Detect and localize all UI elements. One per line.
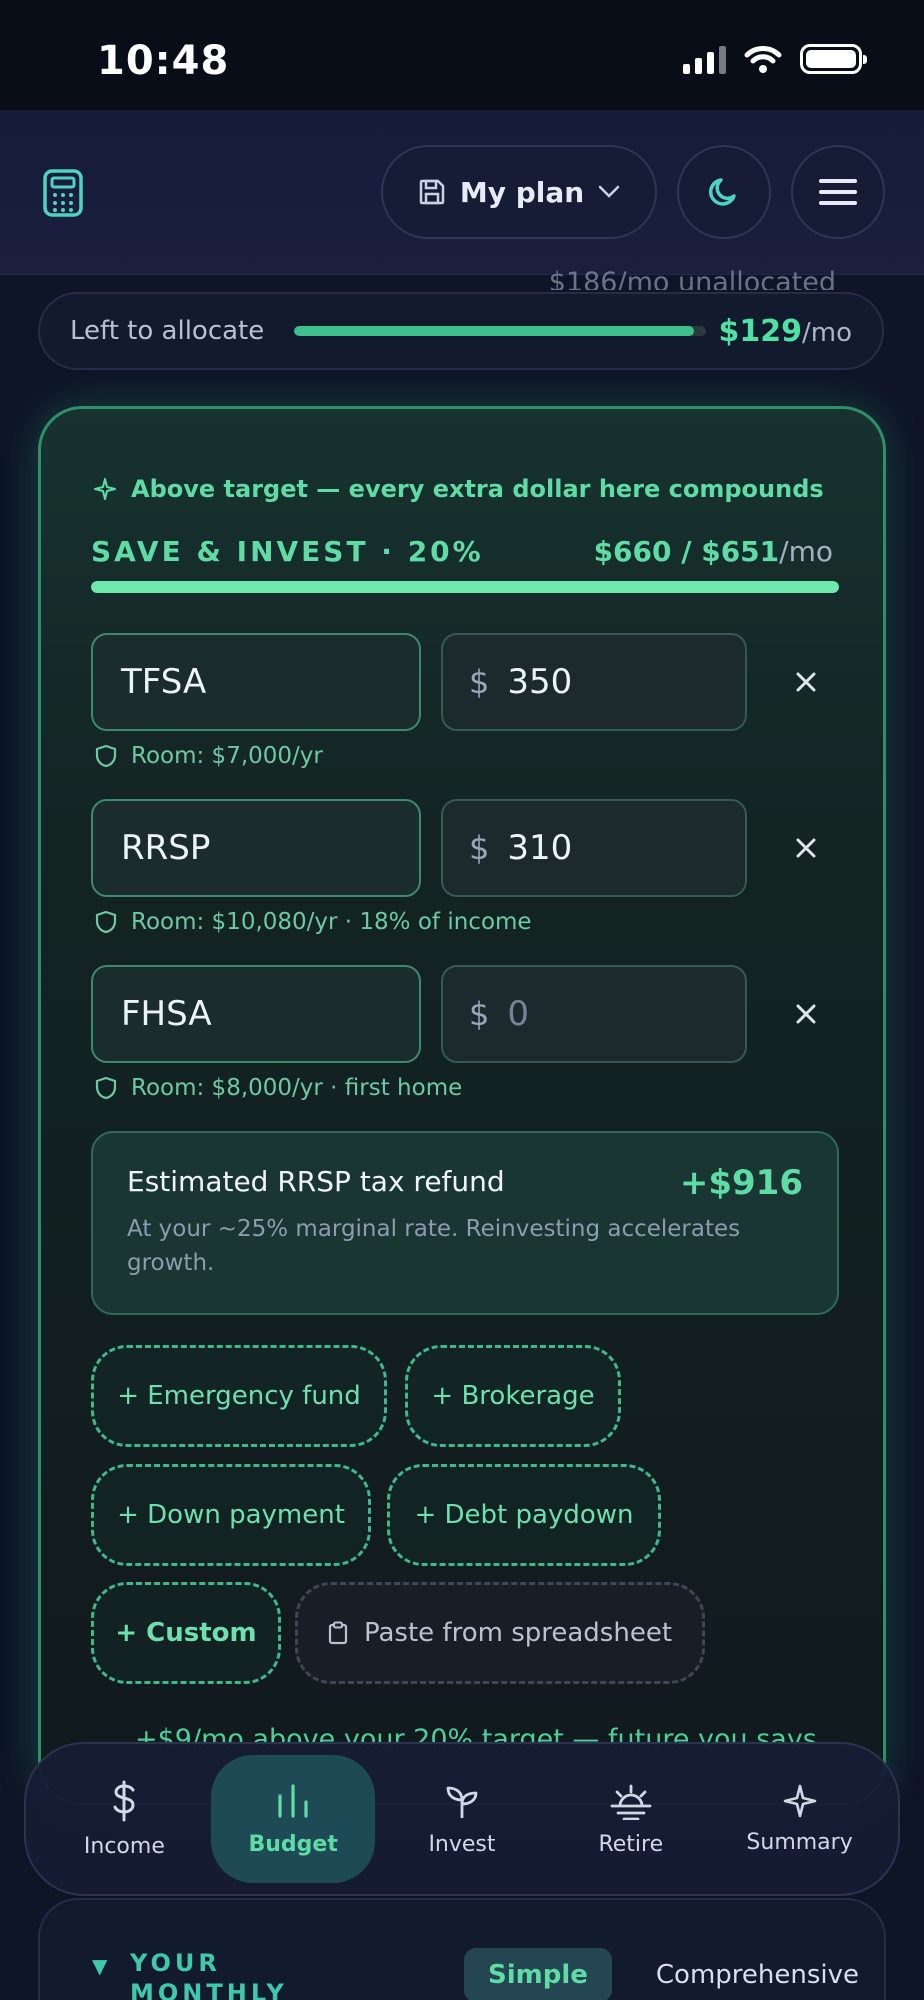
tab-summary[interactable]: Summary: [718, 1755, 882, 1883]
account-amount-input[interactable]: $310: [441, 799, 747, 897]
dark-mode-toggle[interactable]: [677, 145, 771, 239]
account-room-note: Room: $10,080/yr · 18% of income: [95, 909, 532, 935]
above-target-hint: Above target — every extra dollar here c…: [93, 475, 824, 503]
left-to-allocate-label: Left to allocate: [70, 316, 265, 346]
account-amount-input[interactable]: $350: [441, 633, 747, 731]
add-custom-button[interactable]: + Custom: [91, 1582, 281, 1684]
remove-account-button[interactable]: [786, 662, 826, 702]
paste-from-spreadsheet-button[interactable]: Paste from spreadsheet: [295, 1582, 705, 1684]
plan-selector-button[interactable]: My plan: [381, 145, 657, 239]
close-icon: [796, 838, 816, 858]
add-down-payment-button[interactable]: + Down payment: [91, 1464, 371, 1566]
add-brokerage-button[interactable]: + Brokerage: [405, 1345, 621, 1447]
section-title: SAVE & INVEST · 20%: [91, 535, 484, 568]
account-amount-input[interactable]: $0: [441, 965, 747, 1063]
hamburger-menu-icon: [819, 179, 857, 205]
split-mode-toggle: Simple Comprehensive: [464, 1948, 883, 2000]
section-amount: $660 / $651/mo: [593, 535, 833, 568]
save-invest-card: Above target — every extra dollar here c…: [38, 406, 886, 1806]
shield-icon: [95, 1076, 117, 1100]
calculator-icon[interactable]: [42, 168, 84, 218]
monthly-split-card: ▼ YOUR MONTHLY SPLIT Simple Comprehensiv…: [38, 1898, 886, 2000]
tab-retire[interactable]: Retire: [549, 1755, 713, 1883]
refund-description: At your ~25% marginal rate. Reinvesting …: [127, 1216, 741, 1276]
chevron-down-icon: [598, 185, 620, 198]
refund-value: +$916: [679, 1163, 803, 1203]
account-name-input[interactable]: TFSA: [91, 633, 421, 731]
dollar-icon: [113, 1780, 135, 1821]
tab-income[interactable]: Income: [42, 1755, 206, 1883]
bar-chart-icon: [278, 1783, 308, 1818]
clipboard-icon: [328, 1621, 348, 1645]
bottom-tab-bar: Income Budget Invest Retire Summary: [24, 1742, 900, 1896]
left-to-allocate-bar: Left to allocate $129/mo: [38, 292, 884, 370]
rrsp-refund-card: Estimated RRSP tax refund +$916 At your …: [91, 1131, 839, 1315]
clock: 10:48: [97, 38, 230, 84]
add-emergency-fund-button[interactable]: + Emergency fund: [91, 1345, 387, 1447]
remove-account-button[interactable]: [786, 994, 826, 1034]
sparkle-icon: [783, 1784, 816, 1817]
mode-comprehensive-button[interactable]: Comprehensive: [632, 1948, 883, 2000]
account-name-input[interactable]: FHSA: [91, 965, 421, 1063]
menu-button[interactable]: [791, 145, 885, 239]
collapse-triangle-icon[interactable]: ▼: [92, 1954, 107, 1978]
monthly-split-title[interactable]: YOUR MONTHLY SPLIT: [130, 1948, 390, 2000]
status-icons: [683, 44, 867, 74]
account-room-note: Room: $7,000/yr: [95, 743, 323, 769]
close-icon: [796, 672, 816, 692]
status-bar: 10:48: [0, 0, 924, 110]
add-debt-paydown-button[interactable]: + Debt paydown: [387, 1464, 661, 1566]
close-icon: [796, 1004, 816, 1024]
section-progress: [91, 581, 839, 593]
shield-icon: [95, 744, 117, 768]
remove-account-button[interactable]: [786, 828, 826, 868]
tab-invest[interactable]: Invest: [380, 1755, 544, 1883]
tab-budget[interactable]: Budget: [211, 1755, 376, 1883]
moon-icon: [708, 178, 736, 206]
account-room-note: Room: $8,000/yr · first home: [95, 1075, 462, 1101]
allocation-progress: [294, 326, 706, 336]
shield-icon: [95, 910, 117, 934]
unallocated-text: $186/mo unallocated: [548, 267, 836, 290]
cellular-signal-icon: [683, 44, 726, 74]
save-icon: [419, 179, 445, 205]
left-to-allocate-amount: $129/mo: [718, 313, 853, 349]
sunset-icon: [610, 1784, 652, 1820]
battery-icon: [800, 44, 867, 74]
account-name-input[interactable]: RRSP: [91, 799, 421, 897]
plan-label: My plan: [459, 175, 585, 209]
sparkle-icon: [94, 478, 116, 500]
mode-simple-button[interactable]: Simple: [464, 1948, 612, 2000]
wifi-icon: [744, 46, 782, 73]
sprout-icon: [446, 1786, 478, 1818]
